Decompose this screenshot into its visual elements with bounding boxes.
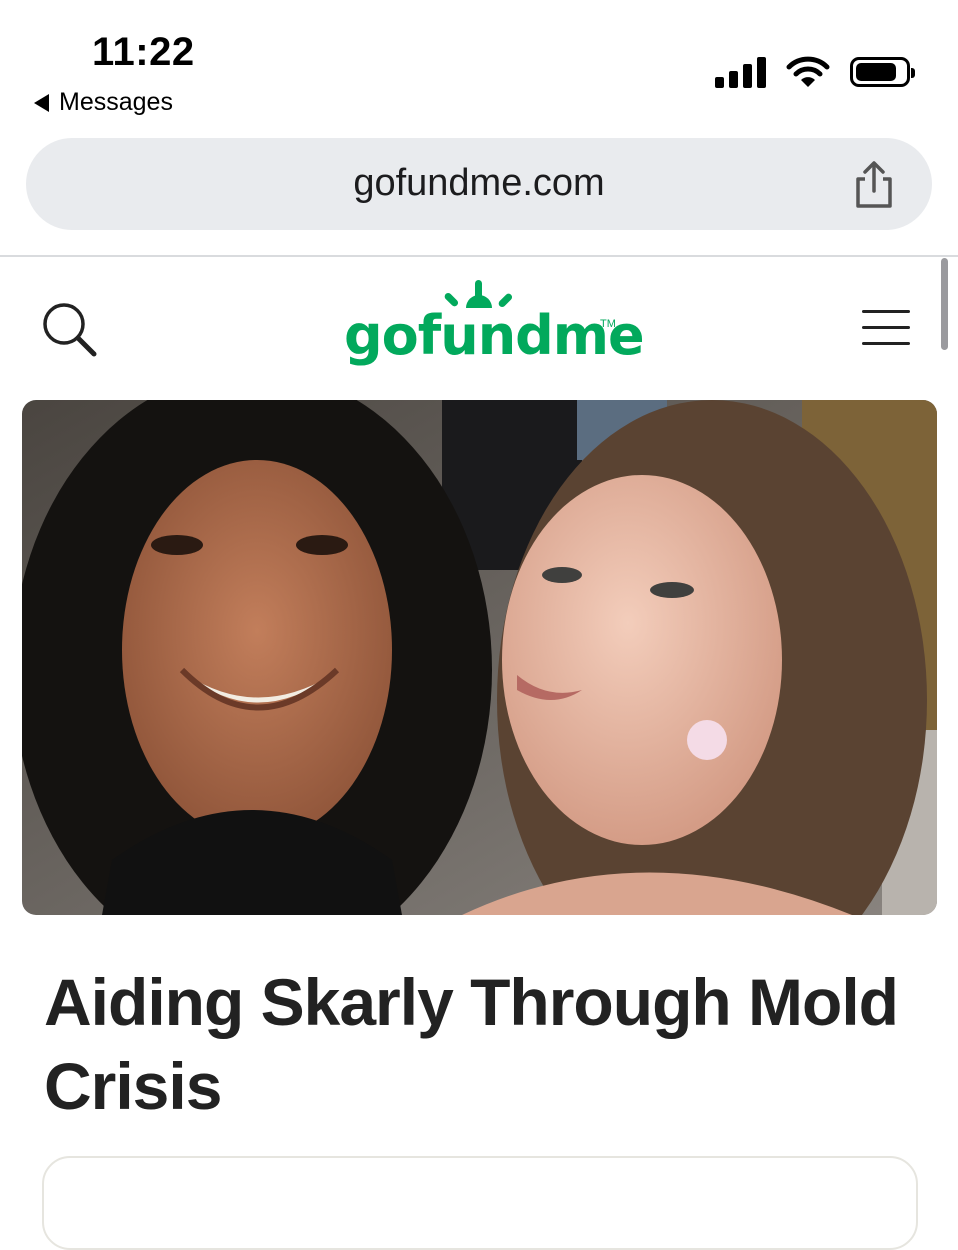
scrollbar[interactable] (941, 258, 948, 350)
campaign-title: Aiding Skarly Through Mold Crisis (44, 965, 899, 1123)
url-text: gofundme.com (353, 162, 605, 204)
address-bar[interactable]: gofundme.com (26, 138, 932, 230)
browser-divider (0, 255, 958, 257)
donation-card (42, 1156, 918, 1250)
hamburger-menu-icon[interactable] (860, 308, 912, 348)
search-icon[interactable] (40, 300, 100, 360)
logo-wordmark: gofundme (344, 304, 645, 367)
campaign-photo (22, 400, 937, 915)
wifi-icon (786, 56, 830, 87)
logo-trademark: TM (600, 318, 616, 330)
share-icon[interactable] (850, 160, 898, 210)
battery-icon (850, 57, 915, 87)
gofundme-logo[interactable]: gofundme TM (344, 278, 645, 378)
back-app-label: Messages (59, 88, 173, 116)
status-time: 11:22 (92, 30, 195, 74)
status-icons (715, 56, 915, 88)
cellular-signal-icon (715, 56, 766, 88)
back-arrow-icon (34, 93, 49, 112)
campaign-photo-image (22, 400, 937, 915)
back-to-messages-button[interactable]: Messages (34, 88, 173, 117)
